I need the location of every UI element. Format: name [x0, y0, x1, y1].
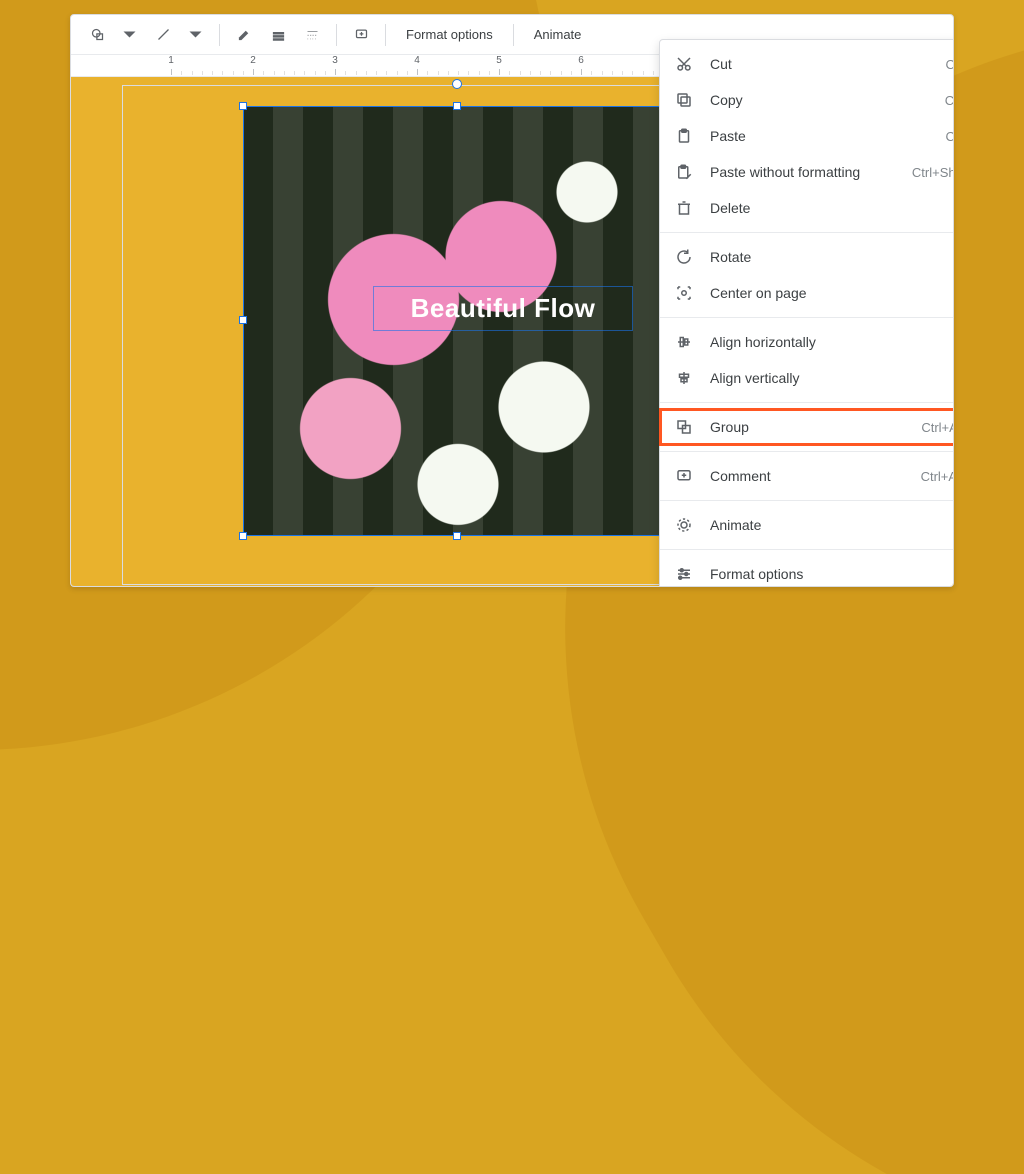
menu-divider: [660, 500, 954, 501]
menu-divider: [660, 232, 954, 233]
menu-divider: [660, 451, 954, 452]
animate-button[interactable]: Animate: [522, 21, 594, 49]
center-icon: [674, 283, 694, 303]
toolbar-separator: [336, 24, 337, 46]
ruler-tick: 5: [489, 55, 509, 66]
menu-item-align-vertically[interactable]: Align vertically: [660, 360, 954, 396]
comment-icon: [674, 466, 694, 486]
ruler-tick: 1: [161, 55, 181, 66]
menu-item-animate[interactable]: Animate: [660, 507, 954, 543]
menu-item-label: Paste: [710, 128, 946, 144]
menu-item-shortcut: Ctrl+Shift+V: [912, 165, 954, 180]
toolbar-separator: [385, 24, 386, 46]
selected-textbox[interactable]: Beautiful Flow: [373, 286, 633, 331]
align-h-icon: [674, 332, 694, 352]
shape-tool-button[interactable]: [81, 21, 113, 49]
format-icon: [674, 564, 694, 584]
menu-divider: [660, 549, 954, 550]
rotate-handle[interactable]: [452, 79, 462, 89]
menu-item-label: Comment: [710, 468, 921, 484]
ruler-tick: 2: [243, 55, 263, 66]
shape-tool-dropdown-icon[interactable]: [113, 31, 145, 39]
group-icon: [674, 417, 694, 437]
menu-item-shortcut: Ctrl+V: [946, 129, 954, 144]
menu-item-label: Group: [710, 419, 921, 435]
paste-nf-icon: [674, 162, 694, 182]
paste-icon: [674, 126, 694, 146]
line-tool-dropdown-icon[interactable]: [179, 31, 211, 39]
menu-item-comment[interactable]: CommentCtrl+Alt+M: [660, 458, 954, 494]
comment-button[interactable]: [345, 21, 377, 49]
textbox-content: Beautiful Flow: [411, 293, 596, 324]
ruler-tick: 3: [325, 55, 345, 66]
menu-divider: [660, 402, 954, 403]
menu-item-paste[interactable]: PasteCtrl+V: [660, 118, 954, 154]
menu-item-label: Animate: [710, 517, 954, 533]
menu-divider: [660, 317, 954, 318]
cut-icon: [674, 54, 694, 74]
rotate-icon: [674, 247, 694, 267]
menu-item-label: Rotate: [710, 249, 954, 265]
menu-item-copy[interactable]: CopyCtrl+C: [660, 82, 954, 118]
menu-item-label: Cut: [710, 56, 946, 72]
menu-item-shortcut: Ctrl+Alt+M: [921, 469, 954, 484]
delete-icon: [674, 198, 694, 218]
menu-item-label: Paste without formatting: [710, 164, 912, 180]
ruler-tick: 4: [407, 55, 427, 66]
ruler-tick: 6: [571, 55, 591, 66]
edit-points-button[interactable]: [228, 21, 260, 49]
app-window: Format options Animate 1 2 3 4 5 6 Beautiful …: [70, 14, 954, 587]
menu-item-label: Format options: [710, 566, 954, 582]
copy-icon: [674, 90, 694, 110]
menu-item-shortcut: Ctrl+Alt+G: [921, 420, 954, 435]
menu-item-label: Align horizontally: [710, 334, 954, 350]
menu-item-shortcut: Ctrl+C: [945, 93, 954, 108]
menu-item-rotate[interactable]: Rotate: [660, 239, 954, 275]
animate-icon: [674, 515, 694, 535]
line-tool-button[interactable]: [147, 21, 179, 49]
menu-item-group[interactable]: GroupCtrl+Alt+G: [660, 409, 954, 445]
menu-item-cut[interactable]: CutCtrl+X: [660, 46, 954, 82]
menu-item-label: Center on page: [710, 285, 954, 301]
menu-item-format-options[interactable]: Format options: [660, 556, 954, 587]
menu-item-align-horizontally[interactable]: Align horizontally: [660, 324, 954, 360]
context-menu: CutCtrl+XCopyCtrl+CPasteCtrl+VPaste with…: [659, 39, 954, 587]
toolbar-separator: [513, 24, 514, 46]
menu-item-label: Copy: [710, 92, 945, 108]
toolbar-separator: [219, 24, 220, 46]
menu-item-delete[interactable]: Delete: [660, 190, 954, 226]
border-color-button[interactable]: [262, 21, 294, 49]
format-options-button[interactable]: Format options: [394, 21, 505, 49]
menu-item-label: Delete: [710, 200, 954, 216]
menu-item-shortcut: Ctrl+X: [946, 57, 954, 72]
align-v-icon: [674, 368, 694, 388]
border-weight-button[interactable]: [296, 21, 328, 49]
menu-item-center-on-page[interactable]: Center on page: [660, 275, 954, 311]
menu-item-label: Align vertically: [710, 370, 954, 386]
menu-item-paste-without-formatting[interactable]: Paste without formattingCtrl+Shift+V: [660, 154, 954, 190]
